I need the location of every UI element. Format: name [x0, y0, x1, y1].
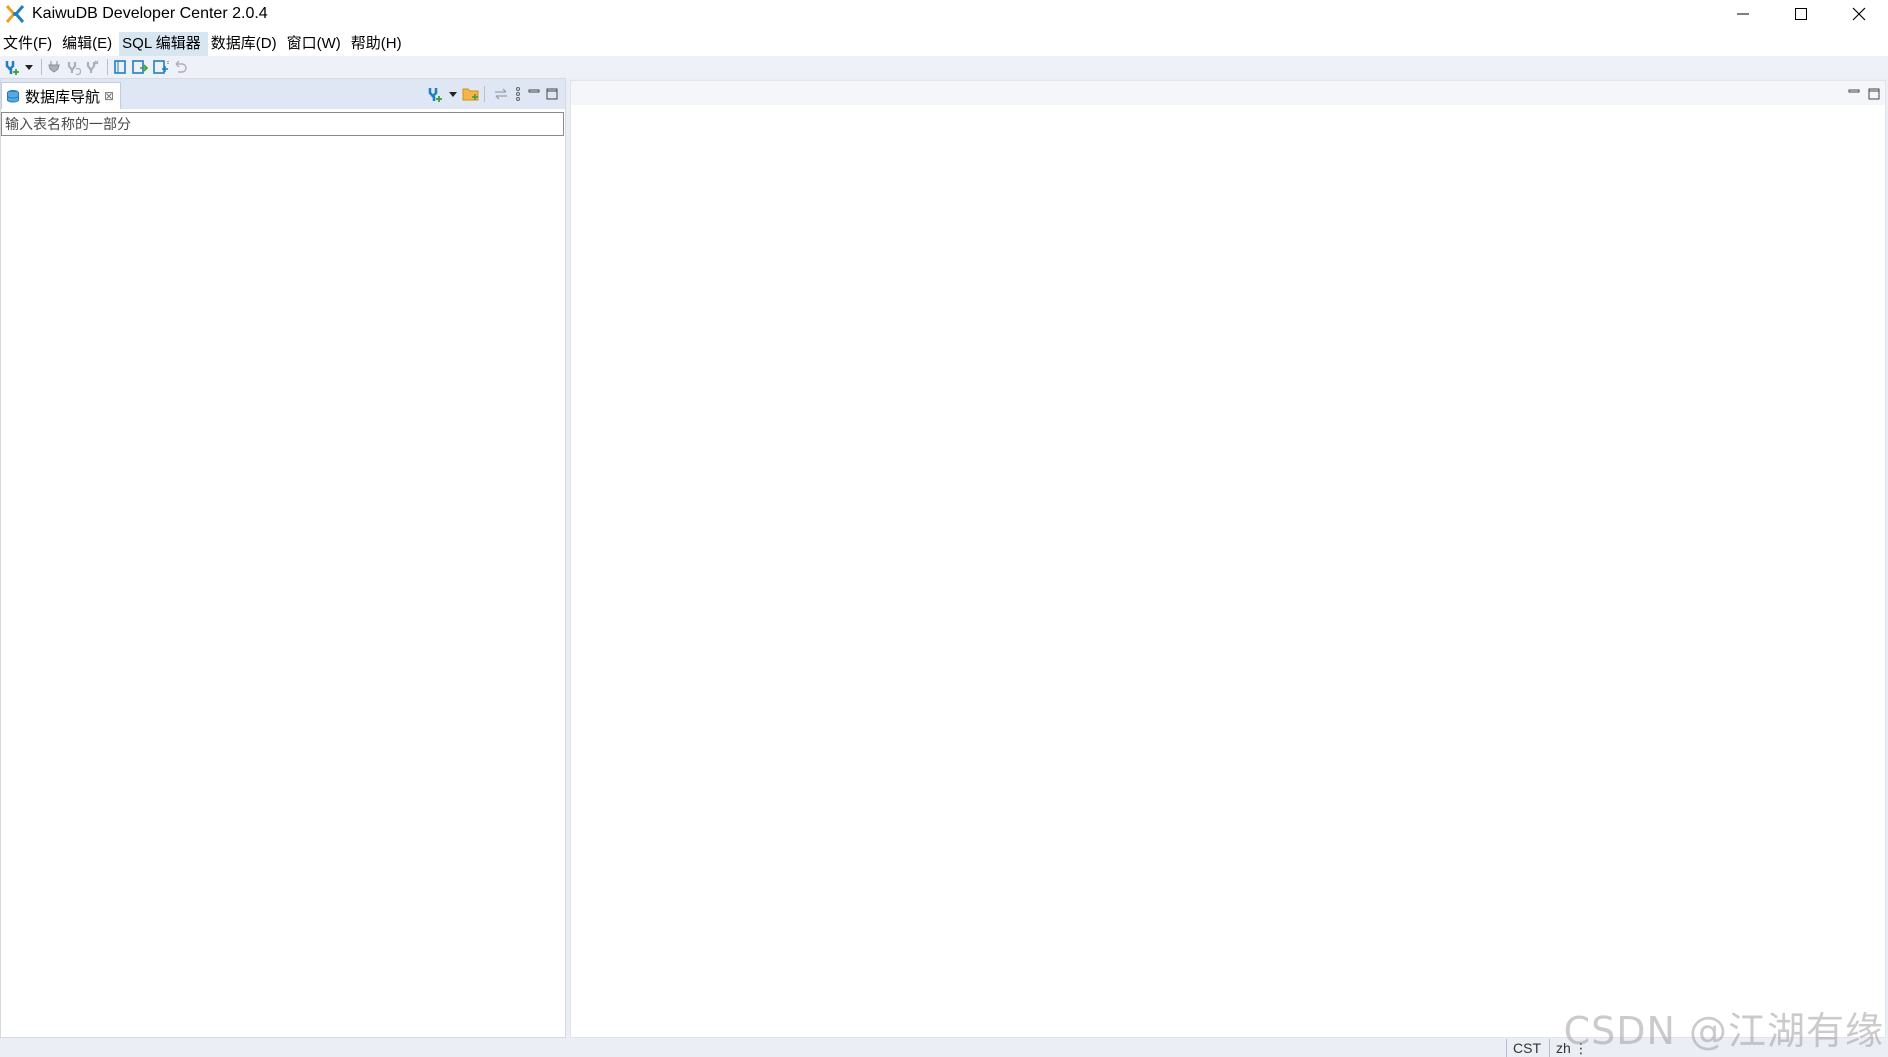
navigator-tree[interactable]: [1, 139, 565, 1037]
database-navigator-panel: 数据库导航 ⊠: [0, 78, 566, 1038]
disconnect-icon: [86, 60, 99, 73]
watermark: CSDN @江湖有缘: [1563, 1009, 1884, 1053]
maximize-window-button[interactable]: [1772, 0, 1830, 28]
maximize-editor-button[interactable]: [1867, 84, 1881, 104]
connect-icon: [48, 61, 60, 73]
maximize-icon: [1868, 88, 1880, 100]
navigator-tab-label: 数据库导航: [25, 88, 101, 106]
commit-button[interactable]: [112, 57, 128, 77]
window-controls: [1714, 0, 1888, 28]
kaiwudb-logo-icon: [5, 5, 25, 23]
menu-file[interactable]: 文件(F): [0, 32, 59, 56]
menu-edit[interactable]: 编辑(E): [59, 32, 119, 56]
new-connection-dropdown[interactable]: [24, 57, 34, 77]
menu-sql-editor[interactable]: SQL 编辑器: [119, 32, 208, 56]
status-timezone[interactable]: CST: [1506, 1039, 1547, 1057]
reconnect-button[interactable]: [65, 57, 81, 77]
close-icon: [1852, 7, 1866, 21]
tab-database-navigator[interactable]: 数据库导航 ⊠: [1, 82, 121, 109]
rollback-button[interactable]: [131, 57, 149, 77]
navigator-tab-bar: 数据库导航 ⊠: [1, 79, 565, 109]
table-filter-input[interactable]: [1, 112, 564, 136]
view-menu-button[interactable]: [513, 84, 523, 104]
menu-database[interactable]: 数据库(D): [208, 32, 284, 56]
toolbar-separator: [41, 59, 42, 75]
title-bar: KaiwuDB Developer Center 2.0.4: [0, 0, 1888, 28]
minimize-window-button[interactable]: [1714, 0, 1772, 28]
new-folder-button[interactable]: [462, 84, 480, 104]
navigator-new-dropdown[interactable]: [448, 84, 458, 104]
minimize-panel-button[interactable]: [527, 84, 541, 104]
navigator-toolbar: [422, 83, 559, 105]
commit-icon: [114, 60, 126, 74]
toolbar-separator: [484, 86, 485, 102]
link-editor-icon: [495, 88, 507, 100]
database-navigator-icon: [7, 90, 19, 103]
disconnect-button[interactable]: [84, 57, 100, 77]
reconnect-icon: [67, 62, 81, 75]
editor-area[interactable]: [570, 80, 1886, 1038]
transaction-mode-button[interactable]: [152, 57, 170, 77]
auto-commit-icon: [175, 60, 187, 73]
editor-area-header: [571, 81, 1885, 105]
maximize-icon: [546, 88, 558, 100]
rollback-icon: [132, 60, 149, 74]
window-title: KaiwuDB Developer Center 2.0.4: [32, 5, 268, 22]
minimize-icon: [1848, 89, 1860, 93]
maximize-panel-button[interactable]: [545, 84, 559, 104]
new-connection-icon: [428, 88, 442, 102]
new-connection-icon: [5, 61, 19, 75]
link-with-editor-button[interactable]: [493, 84, 509, 104]
new-folder-icon: [462, 88, 479, 101]
minimize-icon: [1737, 13, 1749, 15]
main-toolbar: [0, 56, 1888, 78]
close-tab-icon[interactable]: ⊠: [104, 89, 114, 103]
connect-button[interactable]: [46, 57, 62, 77]
maximize-icon: [1795, 8, 1807, 20]
auto-commit-button[interactable]: [173, 57, 189, 77]
view-menu-icon: [516, 87, 520, 101]
navigator-new-connection-button[interactable]: [426, 84, 444, 104]
editor-area-toolbar: [1841, 84, 1881, 104]
dropdown-arrow-icon: [449, 92, 457, 97]
new-connection-button[interactable]: [3, 57, 21, 77]
transaction-mode-icon: [153, 60, 169, 74]
menu-bar: 文件(F) 编辑(E) SQL 编辑器 数据库(D) 窗口(W) 帮助(H): [0, 32, 1888, 56]
minimize-icon: [528, 89, 540, 93]
minimize-editor-button[interactable]: [1847, 84, 1861, 104]
menu-help[interactable]: 帮助(H): [348, 32, 409, 56]
dropdown-arrow-icon: [25, 65, 33, 70]
toolbar-separator: [107, 59, 108, 75]
workbench: 数据库导航 ⊠: [0, 78, 1888, 1039]
close-window-button[interactable]: [1830, 0, 1888, 28]
menu-window[interactable]: 窗口(W): [284, 32, 348, 56]
